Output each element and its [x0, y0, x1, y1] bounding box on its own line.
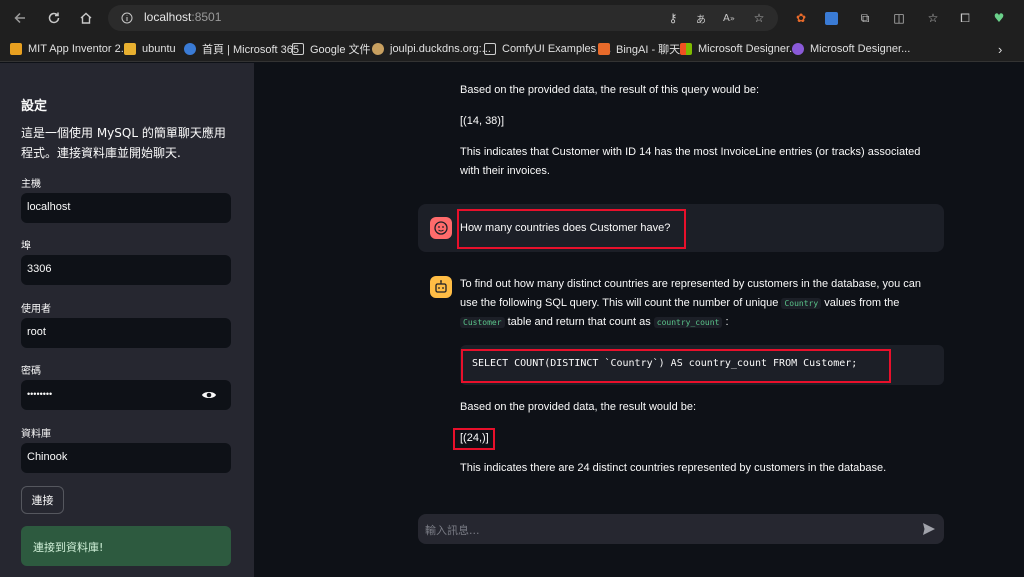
port-value: 3306 — [27, 263, 52, 275]
bookmark-item[interactable]: joulpi.duckdns.org:... — [372, 41, 491, 57]
translator-extension-icon[interactable] — [822, 9, 840, 27]
password-input[interactable]: •••••••• — [21, 380, 231, 410]
chat-area: Based on the provided data, the result o… — [254, 63, 1024, 577]
user-face-icon — [434, 221, 448, 235]
user-avatar — [430, 217, 452, 239]
designer-icon — [792, 43, 804, 55]
inline-code-country: Country — [781, 298, 822, 309]
host-value: localhost — [27, 201, 71, 213]
user-input[interactable]: root — [21, 318, 231, 348]
bookmark-item[interactable]: ubuntu — [124, 41, 176, 57]
conclusion: This indicates there are 24 distinct cou… — [460, 462, 887, 474]
result-intro: Based on the provided data, the result w… — [460, 401, 697, 413]
split-screen-icon[interactable]: ◫ — [890, 9, 908, 27]
highlight-question — [457, 209, 686, 249]
host-label: 主機 — [21, 179, 41, 190]
bookmark-item[interactable]: Google 文件 — [292, 41, 371, 57]
bookmark-item[interactable]: BingAI - 聊天 — [598, 41, 680, 57]
address-bar[interactable]: localhost:8501 ⚷ あ A» ☆ — [108, 5, 778, 31]
port-input[interactable]: 3306 — [21, 255, 231, 285]
bookmark-item[interactable]: 首頁 | Microsoft 365 — [184, 41, 299, 57]
translate-icon[interactable]: あ — [692, 9, 710, 27]
document-icon — [292, 43, 304, 55]
duckdns-icon — [372, 43, 384, 55]
sidebar: 設定 這是一個使用 MySQL 的簡單聊天應用程式。連接資料庫並開始聊天. 主機… — [0, 63, 254, 577]
url-text: localhost:8501 — [144, 10, 222, 24]
sidebar-description: 這是一個使用 MySQL 的簡單聊天應用程式。連接資料庫並開始聊天. — [21, 126, 226, 160]
bookmarks-bar: MIT App Inventor 2... ubuntu 首頁 | Micros… — [0, 36, 1024, 62]
robot-icon — [435, 280, 447, 293]
password-label: 密碼 — [21, 366, 41, 377]
password-value: •••••••• — [27, 389, 53, 399]
bing-icon — [598, 43, 610, 55]
eye-icon[interactable] — [201, 388, 217, 402]
collections-icon[interactable]: ⧠ — [956, 9, 974, 27]
inline-code-country-count: country_count — [653, 317, 723, 328]
chat-input-placeholder: 輸入訊息... — [425, 524, 480, 537]
port-label: 埠 — [21, 241, 31, 252]
send-icon[interactable] — [922, 522, 936, 536]
bookmark-item[interactable]: ComfyUI Examples |... — [484, 41, 611, 57]
chat-input[interactable]: 輸入訊息... — [418, 514, 944, 544]
home-icon[interactable] — [70, 0, 102, 36]
host-input[interactable]: localhost — [21, 193, 231, 223]
key-icon[interactable]: ⚷ — [664, 9, 682, 27]
inline-code-customer: Customer — [460, 317, 505, 328]
success-alert: 連接到資料庫! — [21, 526, 231, 566]
extension-pinwheel-icon[interactable]: ✿ — [792, 9, 810, 27]
bookmarks-overflow-chevron-icon[interactable]: › — [998, 41, 1002, 57]
read-aloud-icon[interactable]: A» — [720, 9, 738, 27]
favorite-star-icon[interactable]: ☆ — [750, 9, 768, 27]
app-inventor-icon — [10, 43, 22, 55]
document-icon — [484, 43, 496, 55]
connect-button[interactable]: 連接 — [21, 486, 64, 514]
database-value: Chinook — [27, 451, 68, 463]
folder-icon — [124, 43, 136, 55]
prev-conclusion: This indicates that Customer with ID 14 … — [460, 146, 921, 177]
health-heart-icon[interactable]: ♥ — [990, 9, 1008, 27]
reload-icon[interactable] — [38, 0, 70, 36]
favorites-icon[interactable]: ☆ — [924, 9, 942, 27]
bookmark-item[interactable]: MIT App Inventor 2... — [10, 41, 130, 57]
bookmark-item[interactable]: Microsoft Designer... — [680, 41, 798, 57]
browser-toolbar: localhost:8501 ⚷ あ A» ☆ ✿ ⧉ ◫ ☆ ⧠ ♥ — [0, 0, 1024, 36]
database-label: 資料庫 — [21, 429, 51, 440]
prev-result-intro: Based on the provided data, the result o… — [460, 84, 760, 96]
assistant-avatar — [430, 276, 452, 298]
prev-result-value: [(14, 38)] — [460, 115, 505, 127]
sidebar-title: 設定 — [21, 99, 48, 114]
bookmark-item[interactable]: Microsoft Designer... — [792, 41, 910, 57]
database-input[interactable]: Chinook — [21, 443, 231, 473]
answer-paragraph: To find out how many distinct countries … — [460, 278, 922, 328]
microsoft-logo-icon — [680, 43, 692, 55]
microsoft-365-icon — [184, 43, 196, 55]
user-value: root — [27, 326, 46, 338]
highlight-result — [453, 428, 495, 450]
back-icon[interactable] — [4, 0, 36, 36]
highlight-sql — [461, 349, 891, 383]
site-info-icon[interactable] — [118, 9, 136, 27]
extensions-icon[interactable]: ⧉ — [856, 9, 874, 27]
user-label: 使用者 — [21, 304, 51, 315]
success-message: 連接到資料庫! — [33, 541, 104, 554]
